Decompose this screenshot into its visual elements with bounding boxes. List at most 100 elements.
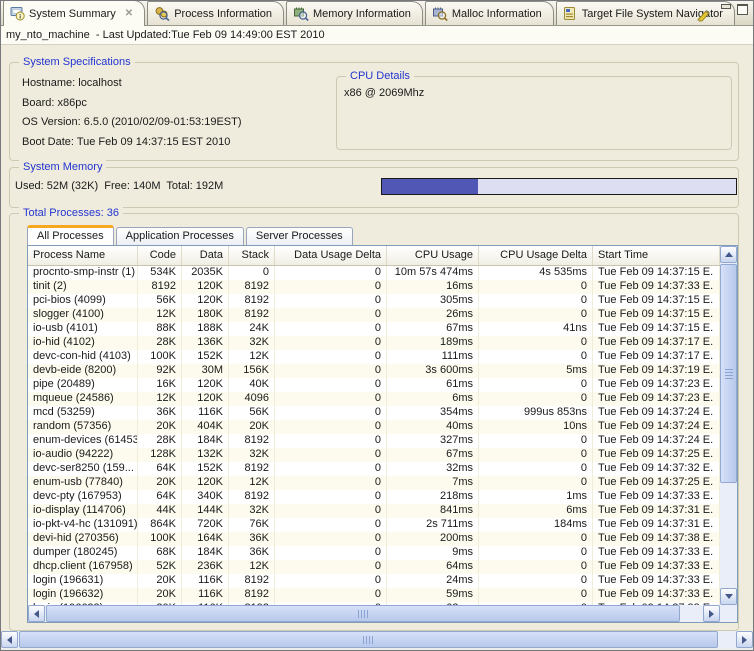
table-row[interactable]: enum-usb (77840)20K120K12K07ms0Tue Feb 0… (28, 476, 720, 490)
column-header[interactable]: Data Usage Delta (275, 246, 387, 265)
table-row[interactable]: login (196632)20K116K8192059ms0Tue Feb 0… (28, 588, 720, 602)
table-cell: Tue Feb 09 14:37:33 E. (593, 588, 720, 602)
horizontal-scrollbar-thumb[interactable] (46, 605, 680, 622)
vertical-scrollbar-thumb[interactable] (720, 264, 737, 483)
column-header[interactable]: CPU Usage (387, 246, 479, 265)
table-row[interactable]: enum-devices (61453)28K184K81920327ms0Tu… (28, 434, 720, 448)
table-cell: mcd (53259) (28, 406, 138, 420)
table-row[interactable]: login (196631)20K116K8192024ms0Tue Feb 0… (28, 574, 720, 588)
table-row[interactable]: slogger (4100)12K180K8192026ms0Tue Feb 0… (28, 308, 720, 322)
table-row[interactable]: devb-eide (8200)92K30M156K03s 600ms5msTu… (28, 364, 720, 378)
table-horizontal-scrollbar[interactable] (28, 605, 720, 622)
table-cell: 12K (229, 560, 275, 574)
scroll-left-button[interactable] (1, 631, 18, 648)
table-row[interactable]: devc-pty (167953)64K340K81920218ms1msTue… (28, 490, 720, 504)
tab-memory-information[interactable]: Memory Information (286, 1, 423, 25)
table-row[interactable]: io-hid (4102)28K136K32K0189ms0Tue Feb 09… (28, 336, 720, 350)
table-cell: 0 (275, 420, 387, 434)
process-table-header: Process NameCodeDataStackData Usage Delt… (28, 246, 720, 266)
table-cell: Tue Feb 09 14:37:31 E. (593, 504, 720, 518)
tab-system-summary[interactable]: System Summary ✕ (3, 0, 145, 26)
scroll-up-button[interactable] (720, 246, 737, 263)
table-cell: 36K (229, 532, 275, 546)
table-row[interactable]: tinit (2)8192120K8192016ms0Tue Feb 09 14… (28, 280, 720, 294)
table-cell: 67ms (387, 322, 479, 336)
table-row[interactable]: devi-hid (270356)100K164K36K0200ms0Tue F… (28, 532, 720, 546)
table-cell: 218ms (387, 490, 479, 504)
system-summary-icon (10, 6, 25, 21)
table-cell: pipe (20489) (28, 378, 138, 392)
table-cell: devc-con-hid (4103) (28, 350, 138, 364)
horizontal-scrollbar-thumb[interactable] (19, 631, 718, 648)
table-cell: dhcp.client (167958) (28, 560, 138, 574)
table-cell: Tue Feb 09 14:37:38 E. (593, 532, 720, 546)
tab-malloc-information[interactable]: Malloc Information (425, 1, 554, 25)
table-row[interactable]: dumper (180245)68K184K36K09ms0Tue Feb 09… (28, 546, 720, 560)
table-cell: 16K (138, 378, 182, 392)
minimize-button[interactable] (720, 3, 732, 14)
tab-server-processes[interactable]: Server Processes (246, 227, 353, 245)
table-cell: 0 (275, 490, 387, 504)
table-cell: 0 (275, 308, 387, 322)
table-row[interactable]: io-pkt-v4-hc (131091)864K720K76K02s 711m… (28, 518, 720, 532)
table-cell: 20K (138, 476, 182, 490)
column-header[interactable]: Data (182, 246, 229, 265)
table-row[interactable]: io-display (114706)44K144K32K0841ms6msTu… (28, 504, 720, 518)
vertical-scrollbar[interactable] (720, 246, 737, 605)
table-cell: 20K (138, 588, 182, 602)
table-cell: 0 (275, 434, 387, 448)
table-row[interactable]: procnto-smp-instr (1)534K2035K0010m 57s … (28, 266, 720, 280)
table-cell: 0 (479, 392, 593, 406)
pen-tool-button[interactable] (693, 7, 713, 23)
table-cell: 8192 (229, 462, 275, 476)
boot-date-value: Boot Date: Tue Feb 09 14:37:15 EST 2010 (22, 133, 242, 153)
table-cell: 184K (182, 434, 229, 448)
tab-application-processes[interactable]: Application Processes (116, 227, 244, 245)
table-row[interactable]: mqueue (24586)12K120K409606ms0Tue Feb 09… (28, 392, 720, 406)
scroll-left-button[interactable] (28, 605, 45, 622)
table-row[interactable]: devc-ser8250 (159...64K152K8192032ms0Tue… (28, 462, 720, 476)
table-cell: Tue Feb 09 14:37:24 E. (593, 406, 720, 420)
maximize-button[interactable] (736, 3, 748, 14)
table-row[interactable]: io-audio (94222)128K132K32K067ms0Tue Feb… (28, 448, 720, 462)
table-row[interactable]: random (57356)20K404K20K040ms10nsTue Feb… (28, 420, 720, 434)
table-cell: 999us 853ns (479, 406, 593, 420)
table-row[interactable]: devc-con-hid (4103)100K152K12K0111ms0Tue… (28, 350, 720, 364)
tab-label: Process Information (174, 8, 272, 20)
table-cell: 52K (138, 560, 182, 574)
column-header[interactable]: CPU Usage Delta (479, 246, 593, 265)
table-cell: 8192 (229, 434, 275, 448)
column-header[interactable]: Stack (229, 246, 275, 265)
table-row[interactable]: mcd (53259)36K116K56K0354ms999us 853nsTu… (28, 406, 720, 420)
table-cell: 120K (182, 280, 229, 294)
view-tab-bar: System Summary ✕ Process Information Mem… (1, 1, 753, 26)
table-cell: slogger (4100) (28, 308, 138, 322)
table-cell: 0 (275, 560, 387, 574)
table-cell: Tue Feb 09 14:37:15 E. (593, 308, 720, 322)
table-cell: 61ms (387, 378, 479, 392)
column-header[interactable]: Code (138, 246, 182, 265)
close-icon[interactable]: ✕ (125, 8, 133, 19)
table-cell: 0 (229, 266, 275, 280)
column-header[interactable]: Process Name (28, 246, 138, 265)
table-cell: 120K (182, 294, 229, 308)
table-row[interactable]: dhcp.client (167958)52K236K12K064ms0Tue … (28, 560, 720, 574)
table-cell: 10m 57s 474ms (387, 266, 479, 280)
scroll-down-button[interactable] (720, 588, 737, 605)
scroll-right-button[interactable] (703, 605, 720, 622)
table-cell: 2035K (182, 266, 229, 280)
table-row[interactable]: pipe (20489)16K120K40K061ms0Tue Feb 09 1… (28, 378, 720, 392)
table-cell: 92K (138, 364, 182, 378)
tab-all-processes[interactable]: All Processes (27, 225, 114, 245)
tab-process-information[interactable]: Process Information (147, 1, 284, 25)
view-horizontal-scrollbar[interactable] (1, 631, 753, 649)
table-cell: Tue Feb 09 14:37:15 E. (593, 266, 720, 280)
table-row[interactable]: pci-bios (4099)56K120K81920305ms0Tue Feb… (28, 294, 720, 308)
table-cell: 68K (138, 546, 182, 560)
table-cell: 0 (275, 294, 387, 308)
table-row[interactable]: io-usb (4101)88K188K24K067ms41nsTue Feb … (28, 322, 720, 336)
column-header[interactable]: Start Time (593, 246, 720, 265)
table-cell: 0 (479, 336, 593, 350)
scroll-right-button[interactable] (736, 631, 753, 648)
table-cell: 534K (138, 266, 182, 280)
